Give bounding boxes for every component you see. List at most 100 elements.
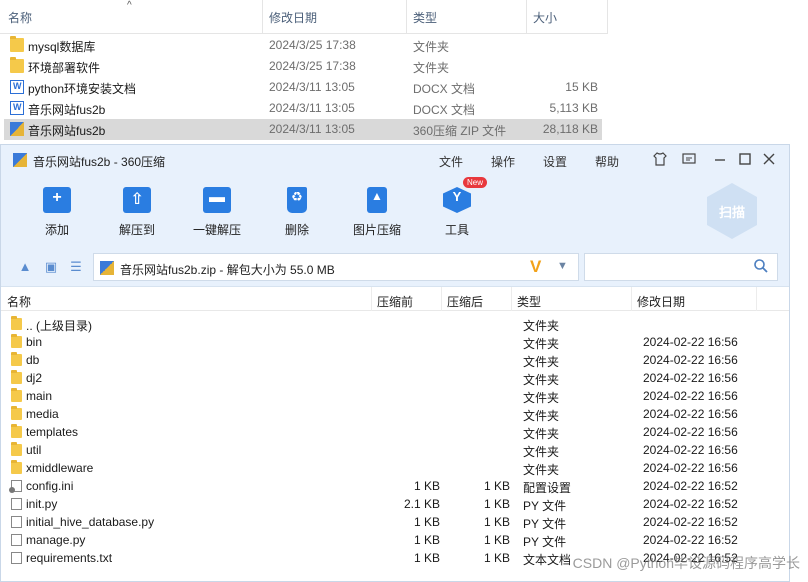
size-before: 1 KB (413, 515, 440, 529)
column-divider[interactable] (406, 0, 407, 34)
column-divider[interactable] (371, 287, 372, 311)
feedback-icon[interactable] (680, 151, 698, 169)
image-compress-icon: ▲ (361, 185, 393, 215)
chevron-down-icon[interactable]: ▼ (557, 260, 568, 272)
list-item[interactable]: main 文件夹 2024-02-22 16:56 (1, 387, 791, 405)
path-field[interactable]: 音乐网站fus2b.zip - 解包大小为 55.0 MB V ▼ (93, 253, 579, 281)
search-input[interactable] (584, 253, 778, 281)
view-thumbnail-icon[interactable]: ▣ (43, 259, 59, 275)
column-before[interactable]: 压缩前 (377, 293, 413, 310)
column-size[interactable]: 大小 (533, 9, 557, 26)
list-item[interactable]: media 文件夹 2024-02-22 16:56 (1, 405, 791, 423)
column-name[interactable]: 名称 (7, 293, 31, 310)
column-divider[interactable] (607, 0, 608, 34)
column-divider[interactable] (631, 287, 632, 311)
size-after: 1 KB (483, 515, 510, 529)
item-date: 2024-02-22 16:56 (643, 389, 738, 403)
item-name: .. (上级目录) (26, 319, 92, 333)
delete-label: 删除 (284, 223, 309, 237)
column-date[interactable]: 修改日期 (637, 293, 685, 310)
column-type[interactable]: 类型 (413, 9, 437, 26)
file-size: 28,118 KB (542, 122, 598, 136)
file-icon (11, 498, 22, 510)
scan-label: 扫描 (718, 205, 745, 220)
menu-operation[interactable]: 操作 (491, 153, 515, 170)
docx-icon (10, 101, 24, 115)
image-compress-button[interactable]: ▲ 图片压缩 (345, 185, 409, 241)
item-date: 2024-02-22 16:56 (643, 425, 738, 439)
folder-icon (10, 57, 24, 73)
column-name[interactable]: 名称 (8, 9, 32, 26)
list-item[interactable]: manage.py 1 KB 1 KB PY 文件 2024-02-22 16:52 (1, 531, 791, 549)
column-divider[interactable] (262, 0, 263, 34)
tools-button[interactable]: Y New 工具 (425, 177, 489, 241)
column-date[interactable]: 修改日期 (269, 9, 317, 26)
column-type[interactable]: 类型 (517, 293, 541, 310)
title-bar[interactable]: 音乐网站fus2b - 360压缩 文件 操作 设置 帮助 (1, 145, 789, 175)
column-divider[interactable] (526, 0, 527, 34)
column-after[interactable]: 压缩后 (447, 293, 483, 310)
address-bar: ▲ ▣ ☰ 音乐网站fus2b.zip - 解包大小为 55.0 MB V ▼ (1, 247, 789, 287)
item-date: 2024-02-22 16:56 (643, 407, 738, 421)
modified-date: 2024/3/11 13:05 (269, 101, 355, 115)
size-after: 1 KB (483, 479, 510, 493)
column-divider[interactable] (441, 287, 442, 311)
list-item[interactable]: config.ini 1 KB 1 KB 配置设置 2024-02-22 16:52 (1, 477, 791, 495)
folder-icon (11, 352, 22, 366)
search-icon[interactable] (753, 258, 769, 278)
size-before: 1 KB (413, 533, 440, 547)
item-type: 文件夹 (523, 445, 560, 459)
extract-to-button[interactable]: ⇧ 解压到 (105, 185, 169, 241)
item-date: 2024-02-22 16:52 (643, 479, 738, 493)
explorer-row[interactable]: python环境安装文档 2024/3/11 13:05 DOCX 文档 15 KB (4, 77, 602, 98)
item-date: 2024-02-22 16:56 (643, 353, 738, 367)
list-item[interactable]: templates 文件夹 2024-02-22 16:56 (1, 423, 791, 441)
file-type: DOCX 文档 (413, 82, 476, 96)
menu-settings[interactable]: 设置 (543, 153, 567, 170)
menu-file[interactable]: 文件 (439, 153, 463, 170)
explorer-row[interactable]: mysql数据库 2024/3/25 17:38 文件夹 (4, 35, 602, 56)
close-icon[interactable] (760, 151, 778, 169)
file-name: 环境部署软件 (28, 61, 101, 75)
explorer-row[interactable]: 音乐网站fus2b 2024/3/11 13:05 360压缩 ZIP 文件 28,1… (4, 119, 602, 140)
menu-help[interactable]: 帮助 (595, 153, 619, 170)
explorer-row[interactable]: 环境部署软件 2024/3/25 17:38 文件夹 (4, 56, 602, 77)
add-button[interactable]: + 添加 (25, 185, 89, 241)
v-logo-icon[interactable]: V (530, 257, 541, 277)
delete-button[interactable]: ♻ 删除 (265, 185, 329, 241)
list-item[interactable]: dj2 文件夹 2024-02-22 16:56 (1, 369, 791, 387)
column-divider[interactable] (756, 287, 757, 311)
zip-app-icon (13, 153, 27, 167)
file-type: 360压缩 ZIP 文件 (413, 124, 507, 138)
file-icon (11, 552, 22, 564)
list-item[interactable]: util 文件夹 2024-02-22 16:56 (1, 441, 791, 459)
column-divider[interactable] (511, 287, 512, 311)
up-arrow-icon[interactable]: ▲ (17, 259, 33, 275)
list-item[interactable]: bin 文件夹 2024-02-22 16:56 (1, 333, 791, 351)
size-after: 1 KB (483, 551, 510, 565)
file-type: 文件夹 (413, 40, 450, 54)
view-list-icon[interactable]: ☰ (68, 259, 84, 275)
list-item[interactable]: db 文件夹 2024-02-22 16:56 (1, 351, 791, 369)
one-click-extract-button[interactable]: ▬ 一键解压 (185, 185, 249, 241)
list-item[interactable]: initial_hive_database.py 1 KB 1 KB PY 文件 202… (1, 513, 791, 531)
skin-icon[interactable] (651, 151, 669, 169)
item-type: 文件夹 (523, 427, 560, 441)
item-type: 文件夹 (523, 463, 560, 477)
folder-icon (11, 460, 22, 474)
list-item[interactable]: xmiddleware 文件夹 2024-02-22 16:56 (1, 459, 791, 477)
explorer-row[interactable]: 音乐网站fus2b 2024/3/11 13:05 DOCX 文档 5,113 KB (4, 98, 602, 119)
modified-date: 2024/3/11 13:05 (269, 80, 355, 94)
docx-icon (10, 80, 24, 94)
one-click-extract-label: 一键解压 (192, 223, 241, 237)
item-type: 文件夹 (523, 409, 560, 423)
minimize-icon[interactable] (711, 151, 729, 169)
item-type: PY 文件 (523, 535, 567, 549)
scan-button[interactable]: 扫描 (707, 183, 757, 239)
maximize-icon[interactable] (736, 151, 754, 169)
list-item[interactable]: .. (上级目录) 文件夹 (1, 315, 791, 333)
item-name: bin (26, 335, 43, 349)
size-before: 2.1 KB (403, 497, 440, 511)
item-date: 2024-02-22 16:56 (643, 461, 738, 475)
list-item[interactable]: init.py 2.1 KB 1 KB PY 文件 2024-02-22 16:52 (1, 495, 791, 513)
